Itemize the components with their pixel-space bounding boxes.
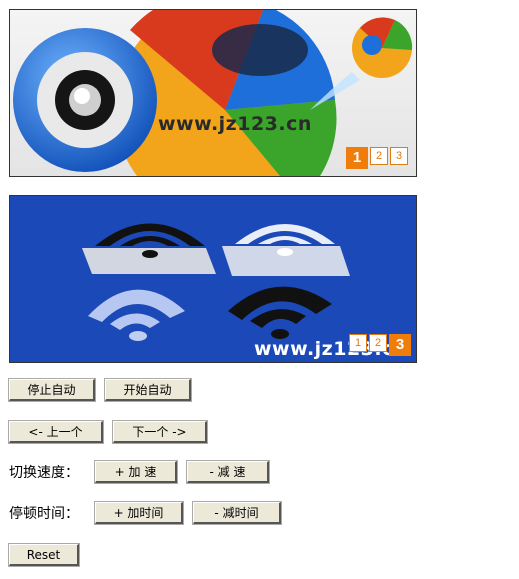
- pause-up-button[interactable]: + 加时间: [94, 501, 184, 525]
- pause-controls-row: 停顿时间： + 加时间 - 减时间: [9, 501, 282, 525]
- banner-slide-2: www.jz123.cn 1 2 3: [9, 195, 417, 363]
- auto-controls-row: 停止自动 开始自动: [8, 378, 192, 402]
- pause-label: 停顿时间：: [9, 506, 79, 522]
- speed-label: 切换速度：: [9, 465, 79, 481]
- banner-1-page-3[interactable]: 3: [390, 147, 408, 165]
- pause-down-button[interactable]: - 减时间: [192, 501, 282, 525]
- banner-1-page-2[interactable]: 2: [370, 147, 388, 165]
- banner-2-page-2[interactable]: 2: [369, 334, 387, 352]
- banner-1-pager: 1 2 3: [346, 147, 408, 169]
- banner-2-page-3[interactable]: 3: [389, 334, 411, 356]
- banner-1-watermark: www.jz123.cn: [158, 113, 312, 135]
- speed-controls-row: 切换速度： + 加 速 - 减 速: [9, 460, 270, 484]
- banner-2-pager: 1 2 3: [349, 334, 411, 356]
- start-auto-button[interactable]: 开始自动: [104, 378, 192, 402]
- nav-controls-row: <- 上一个 下一个 ->: [8, 420, 208, 444]
- next-button[interactable]: 下一个 ->: [112, 420, 208, 444]
- speed-down-button[interactable]: - 减 速: [186, 460, 270, 484]
- stop-auto-button[interactable]: 停止自动: [8, 378, 96, 402]
- banner-slide-1: www.jz123.cn 1 2 3: [9, 9, 417, 177]
- prev-button[interactable]: <- 上一个: [8, 420, 104, 444]
- speed-up-button[interactable]: + 加 速: [94, 460, 178, 484]
- banner-2-page-1[interactable]: 1: [349, 334, 367, 352]
- reset-controls-row: Reset: [8, 543, 80, 567]
- reset-button[interactable]: Reset: [8, 543, 80, 567]
- banner-1-page-1[interactable]: 1: [346, 147, 368, 169]
